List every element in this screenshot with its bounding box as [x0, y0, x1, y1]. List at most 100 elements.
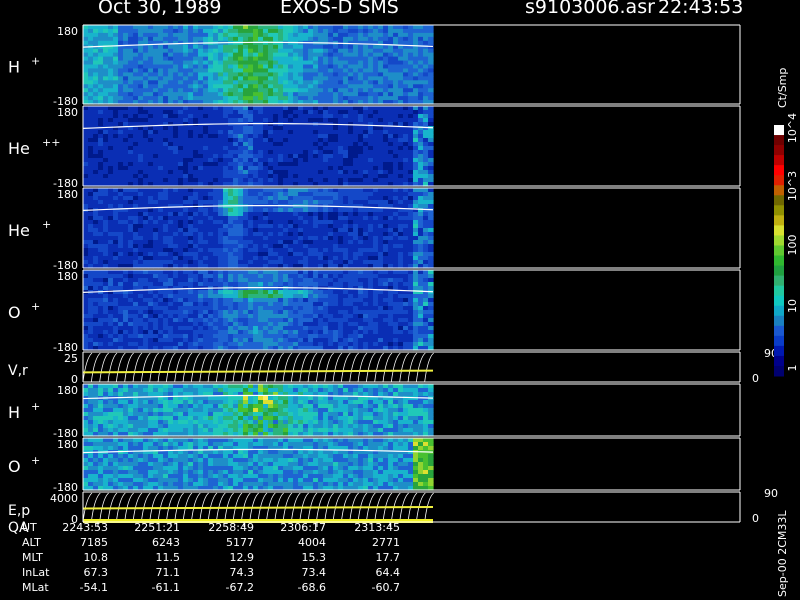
spectrogram-cell [243, 44, 249, 50]
spectrogram-cell [113, 232, 119, 237]
spectrogram-cell [408, 216, 414, 221]
spectrogram-cell [263, 96, 269, 101]
spectrogram-cell [233, 228, 239, 233]
spectrogram-cell [313, 68, 319, 73]
spectrogram-cell [218, 208, 224, 213]
spectrogram-cell [363, 204, 369, 209]
spectrogram-cell [403, 240, 409, 245]
spectrogram-cell [388, 92, 394, 97]
spectrogram-cell [188, 92, 194, 97]
spectrogram-cell [143, 158, 149, 163]
spectrogram-cell [128, 334, 134, 339]
spectrogram-cell [133, 142, 139, 147]
spectrogram-cell [88, 64, 94, 70]
spectrogram-cell [378, 188, 384, 193]
spectrogram-cell [128, 158, 134, 163]
spectrogram-cell [313, 25, 319, 30]
spectrogram-cell [268, 84, 274, 89]
spectrogram-cell [178, 88, 184, 93]
spectrogram-cell [188, 32, 194, 38]
spectrogram-cell [123, 204, 129, 209]
spectrogram-cell [153, 338, 159, 343]
spectrogram-cell [118, 192, 124, 197]
spectrogram-cell [133, 76, 139, 81]
spectrogram-cell [173, 208, 179, 213]
spectrogram-cell [358, 208, 364, 213]
spectrogram-cell [428, 244, 434, 249]
spectrogram-cell [88, 256, 94, 261]
spectrogram-cell [223, 28, 229, 34]
spectrogram-cell [393, 244, 399, 249]
spectrogram-cell [243, 322, 249, 327]
spectrogram-cell [343, 80, 349, 85]
spectrogram-cell [173, 204, 179, 209]
spectrogram-cell [208, 80, 214, 85]
spectrogram-cell [278, 44, 284, 50]
spectrogram-cell [328, 44, 334, 50]
spectrogram-cell [213, 188, 219, 193]
spectrogram-cell [378, 64, 384, 70]
spectrogram-cell [373, 162, 379, 167]
spectrogram-cell [213, 252, 219, 257]
spectrogram-cell [298, 252, 304, 257]
spectrogram-cell [88, 240, 94, 245]
spectrogram-cell [368, 52, 374, 58]
spectrogram-cell [268, 114, 274, 119]
spectrogram-cell [378, 72, 384, 77]
spectrogram-cell [93, 228, 99, 233]
spectrogram-cell [288, 154, 294, 159]
spectrogram-cell [348, 72, 354, 77]
spectrogram-cell [303, 192, 309, 197]
spectrogram-cell [238, 174, 244, 179]
spectrogram-cell [313, 196, 319, 201]
spectrogram-cell [123, 150, 129, 155]
spectrogram-cell [83, 334, 89, 339]
spectrogram-cell [93, 240, 99, 245]
spectrogram-cell [168, 188, 174, 193]
spectrogram-cell [368, 154, 374, 159]
spectrogram-cell [118, 134, 124, 139]
spectrogram-cell [113, 278, 119, 283]
spectrogram-cell [273, 32, 279, 38]
spectrogram-cell [303, 252, 309, 257]
spectrogram-cell [258, 166, 264, 171]
spectrogram-cell [223, 72, 229, 77]
spectrogram-cell [218, 44, 224, 50]
spectrogram-cell [368, 228, 374, 233]
spectrogram-cell [173, 154, 179, 159]
spectrogram-cell [413, 84, 419, 89]
spectrogram-cell [98, 196, 104, 201]
spectrogram-cell [103, 106, 109, 111]
spectrogram-cell [373, 126, 379, 131]
spectrogram-cell [153, 25, 159, 30]
spectrogram-cell [248, 282, 254, 287]
spectrogram-cell [128, 338, 134, 343]
spectrogram-cell [393, 76, 399, 81]
spectrogram-cell [188, 240, 194, 245]
spectrogram-cell [288, 36, 294, 42]
spectrogram-cell [313, 170, 319, 175]
spectrogram-cell [428, 72, 434, 77]
spectrogram-cell [233, 68, 239, 73]
spectrogram-cell [278, 56, 284, 62]
spectrogram-cell [393, 114, 399, 119]
spectrogram-cell [173, 76, 179, 81]
spectrogram-cell [223, 248, 229, 253]
spectrogram-cell [93, 80, 99, 85]
spectrogram-cell [113, 28, 119, 34]
spectrogram-cell [363, 240, 369, 245]
spectrogram-cell [153, 76, 159, 81]
spectrogram-cell [403, 138, 409, 143]
spectrogram-cell [358, 188, 364, 193]
spectrogram-cell [88, 178, 94, 183]
spectrogram-cell [278, 25, 284, 30]
spectrogram-cell [233, 318, 239, 323]
spectrogram-cell [383, 154, 389, 159]
spectrogram-cell [298, 44, 304, 50]
spectrogram-cell [238, 32, 244, 38]
spectrogram-cell [343, 118, 349, 123]
spectrogram-cell [423, 158, 429, 163]
spectrogram-cell [193, 48, 199, 54]
spectrogram-cell [373, 114, 379, 119]
spectrogram-cell [163, 208, 169, 213]
